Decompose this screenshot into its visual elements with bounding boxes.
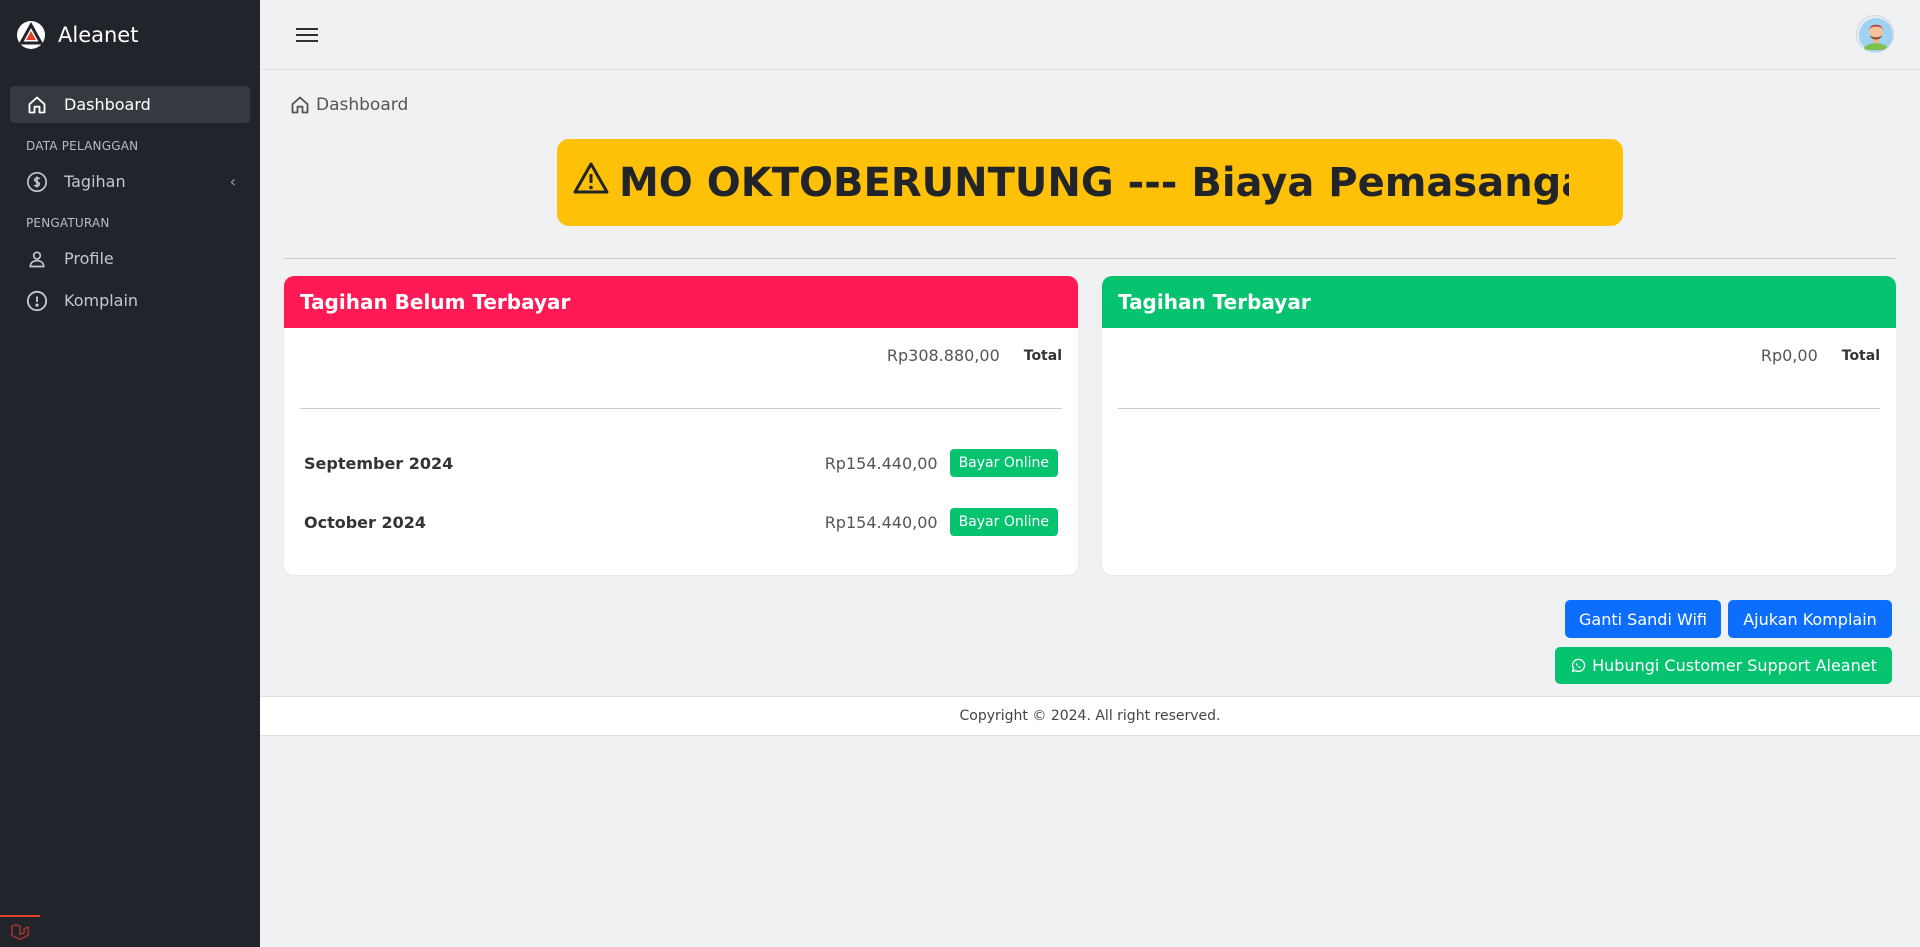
copyright-text: Copyright © 2024. All right reserved. [959, 708, 1221, 724]
paid-bills-card: Tagihan Terbayar Rp0,00 Total [1102, 276, 1896, 575]
pay-online-button[interactable]: Bayar Online [949, 449, 1058, 477]
app-name: Aleanet [58, 23, 139, 47]
sidebar-item-komplain[interactable]: Komplain [10, 282, 250, 319]
avatar-icon [1859, 18, 1893, 52]
user-avatar[interactable] [1856, 15, 1894, 53]
footer: Copyright © 2024. All right reserved. [260, 696, 1920, 736]
dollar-circle-icon [26, 171, 48, 193]
unpaid-total-row: Rp308.880,00 Total [887, 346, 1062, 365]
divider [284, 258, 1896, 259]
paid-total-amount: Rp0,00 [1760, 346, 1818, 365]
paid-total-label: Total [1841, 347, 1880, 364]
bill-row: October 2024 Rp154.440,00 Bayar Online [304, 505, 1058, 539]
sidebar-item-profile[interactable]: Profile [10, 240, 250, 277]
sidebar-item-label: Dashboard [64, 95, 151, 114]
paid-total-row: Rp0,00 Total [1761, 346, 1880, 365]
unpaid-bills-card: Tagihan Belum Terbayar Rp308.880,00 Tota… [284, 276, 1078, 575]
card-divider [300, 408, 1062, 409]
warning-icon [573, 162, 609, 203]
home-icon [290, 95, 310, 115]
aleanet-logo-icon [17, 21, 45, 49]
bill-month: September 2024 [304, 453, 454, 473]
whatsapp-icon [1570, 658, 1586, 674]
bill-amount: Rp154.440,00 [824, 512, 938, 532]
sidebar-item-dashboard[interactable]: Dashboard [10, 86, 250, 123]
home-icon [26, 94, 48, 116]
sidebar-item-label: Tagihan [64, 172, 126, 191]
unpaid-total-amount: Rp308.880,00 [886, 346, 1000, 365]
bill-month: October 2024 [304, 512, 427, 532]
change-wifi-password-button[interactable]: Ganti Sandi Wifi [1565, 600, 1721, 638]
alert-circle-icon [26, 290, 48, 312]
bill-row: September 2024 Rp154.440,00 Bayar Online [304, 446, 1058, 480]
contact-support-label: Hubungi Customer Support Aleanet [1592, 656, 1877, 675]
sidebar-item-label: Profile [64, 249, 114, 268]
chevron-left-icon: ‹ [229, 172, 236, 191]
breadcrumb-label: Dashboard [316, 95, 409, 115]
submit-complaint-button[interactable]: Ajukan Komplain [1728, 600, 1892, 638]
menu-toggle-icon[interactable] [296, 24, 318, 46]
topbar [260, 0, 1920, 70]
bill-amount: Rp154.440,00 [824, 453, 938, 473]
debugbar-toggle[interactable] [0, 915, 40, 947]
pay-online-button[interactable]: Bayar Online [949, 508, 1058, 536]
card-divider [1118, 408, 1880, 409]
nav-header-data-pelanggan: DATA PELANGGAN [26, 139, 139, 153]
laravel-icon [11, 923, 29, 941]
promo-marquee-text: MO OKTOBERUNTUNG --- Biaya Pemasangan Aw [619, 159, 1569, 206]
brand[interactable]: Aleanet [0, 0, 260, 70]
breadcrumb: Dashboard [290, 95, 408, 115]
unpaid-bills-title: Tagihan Belum Terbayar [284, 276, 1078, 328]
promo-banner: MO OKTOBERUNTUNG --- Biaya Pemasangan Aw [557, 139, 1623, 226]
unpaid-total-label: Total [1023, 347, 1062, 364]
contact-support-button[interactable]: Hubungi Customer Support Aleanet [1555, 647, 1892, 684]
sidebar-item-tagihan[interactable]: Tagihan ‹ [10, 163, 250, 200]
paid-bills-title: Tagihan Terbayar [1102, 276, 1896, 328]
nav-header-pengaturan: PENGATURAN [26, 216, 110, 230]
sidebar-item-label: Komplain [64, 291, 139, 310]
sidebar: Aleanet Dashboard DATA PELANGGAN Tagihan… [0, 0, 260, 947]
user-icon [26, 248, 48, 270]
